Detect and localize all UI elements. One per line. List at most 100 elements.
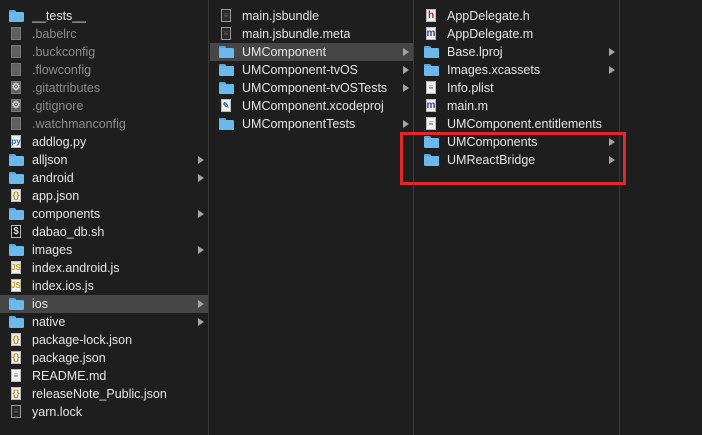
chevron-right-icon xyxy=(609,156,615,164)
file-row[interactable]: {} package-lock.json xyxy=(0,331,208,349)
folder-row[interactable]: images xyxy=(0,241,208,259)
file-icon: ≡ xyxy=(9,63,24,77)
file-row[interactable]: ≡ Info.plist xyxy=(415,79,619,97)
folder-icon xyxy=(219,45,234,59)
xcodeproj-icon: ✎ xyxy=(219,99,234,113)
chevron-right-icon xyxy=(198,210,204,218)
js-file-icon: JS xyxy=(9,261,24,275)
file-row[interactable]: $ dabao_db.sh xyxy=(0,223,208,241)
chevron-right-icon xyxy=(403,66,409,74)
chevron-right-icon xyxy=(198,246,204,254)
file-row[interactable]: ✎ UMComponent.xcodeproj xyxy=(210,97,413,115)
item-label: .gitignore xyxy=(32,99,84,113)
file-row[interactable]: ≡ .watchmanconfig xyxy=(0,115,208,133)
json-file-icon: {} xyxy=(9,189,24,203)
shell-file-icon: $ xyxy=(9,225,24,239)
finder-column-1[interactable]: __tests__ ≡ .babelrc ≡ .buckconfig ≡ .flowconf… xyxy=(0,0,209,435)
folder-icon xyxy=(9,297,24,311)
file-row[interactable]: m main.m xyxy=(415,97,619,115)
js-file-icon: JS xyxy=(9,279,24,293)
item-label: package.json xyxy=(32,351,106,365)
item-label: main.m xyxy=(447,99,488,113)
file-row[interactable]: m AppDelegate.m xyxy=(415,25,619,43)
header-file-icon: h xyxy=(424,9,439,23)
file-row[interactable]: JS index.android.js xyxy=(0,259,208,277)
folder-icon xyxy=(424,135,439,149)
item-label: main.jsbundle.meta xyxy=(242,27,351,41)
file-row[interactable]: {} package.json xyxy=(0,349,208,367)
item-label: .gitattributes xyxy=(32,81,101,95)
finder-column-4-empty[interactable] xyxy=(621,0,702,435)
file-row[interactable]: ≡ README.md xyxy=(0,367,208,385)
chevron-right-icon xyxy=(403,84,409,92)
entitlements-file-icon: ≡ xyxy=(424,117,439,131)
item-label: UMReactBridge xyxy=(447,153,536,167)
file-row[interactable]: JS index.ios.js xyxy=(0,277,208,295)
file-row[interactable]: ≡ .babelrc xyxy=(0,25,208,43)
item-label: Info.plist xyxy=(447,81,494,95)
json-file-icon: {} xyxy=(9,351,24,365)
item-label: UMComponentTests xyxy=(242,117,356,131)
file-row[interactable]: {} app.json xyxy=(0,187,208,205)
item-label: addlog.py xyxy=(32,135,87,149)
folder-row[interactable]: ios xyxy=(0,295,208,313)
file-row[interactable]: py addlog.py xyxy=(0,133,208,151)
file-row[interactable]: ⚙ .gitattributes xyxy=(0,79,208,97)
item-label: index.ios.js xyxy=(32,279,94,293)
chevron-right-icon xyxy=(403,48,409,56)
folder-icon xyxy=(219,81,234,95)
text-file-icon: ≡ xyxy=(9,369,24,383)
chevron-right-icon xyxy=(403,120,409,128)
folder-row[interactable]: Base.lproj xyxy=(415,43,619,61)
folder-row[interactable]: UMComponent xyxy=(210,43,413,61)
file-row[interactable]: ≡ .flowconfig xyxy=(0,61,208,79)
file-row[interactable]: ≡ yarn.lock xyxy=(0,403,208,421)
folder-row[interactable]: UMReactBridge xyxy=(415,151,619,169)
file-row[interactable]: ≡ .buckconfig xyxy=(0,43,208,61)
finder-column-3[interactable]: h AppDelegate.h m AppDelegate.m Base.lproj Im… xyxy=(415,0,620,435)
folder-icon xyxy=(9,9,24,23)
json-file-icon: {} xyxy=(9,387,24,401)
file-row[interactable]: h AppDelegate.h xyxy=(415,7,619,25)
folder-row[interactable]: UMComponent-tvOSTests xyxy=(210,79,413,97)
file-row[interactable]: ≡ main.jsbundle xyxy=(210,7,413,25)
item-label: AppDelegate.m xyxy=(447,27,534,41)
folder-row[interactable]: __tests__ xyxy=(0,7,208,25)
folder-row[interactable]: alljson xyxy=(0,151,208,169)
file-row[interactable]: {} releaseNote_Public.json xyxy=(0,385,208,403)
file-row[interactable]: ≡ main.jsbundle.meta xyxy=(210,25,413,43)
file-icon: ≡ xyxy=(9,45,24,59)
file-icon: ≡ xyxy=(9,27,24,41)
folder-row[interactable]: native xyxy=(0,313,208,331)
folder-row[interactable]: UMComponentTests xyxy=(210,115,413,133)
item-label: Base.lproj xyxy=(447,45,503,59)
folder-row[interactable]: UMComponents xyxy=(415,133,619,151)
folder-row[interactable]: Images.xcassets xyxy=(415,61,619,79)
item-label: components xyxy=(32,207,101,221)
folder-icon xyxy=(9,243,24,257)
folder-icon xyxy=(219,63,234,77)
file-row[interactable]: ≡ UMComponent.entitlements xyxy=(415,115,619,133)
item-label: AppDelegate.h xyxy=(447,9,530,23)
chevron-right-icon xyxy=(609,138,615,146)
item-label: __tests__ xyxy=(32,9,87,23)
folder-icon xyxy=(424,63,439,77)
item-label: UMComponent.entitlements xyxy=(447,117,602,131)
python-file-icon: py xyxy=(9,135,24,149)
folder-row[interactable]: components xyxy=(0,205,208,223)
item-label: package-lock.json xyxy=(32,333,133,347)
chevron-right-icon xyxy=(198,300,204,308)
folder-row[interactable]: UMComponent-tvOS xyxy=(210,61,413,79)
folder-row[interactable]: android xyxy=(0,169,208,187)
item-label: releaseNote_Public.json xyxy=(32,387,167,401)
item-label: yarn.lock xyxy=(32,405,83,419)
item-label: alljson xyxy=(32,153,68,167)
folder-icon xyxy=(424,45,439,59)
finder-column-2[interactable]: ≡ main.jsbundle ≡ main.jsbundle.meta UMCompo… xyxy=(210,0,414,435)
item-label: .buckconfig xyxy=(32,45,96,59)
item-label: UMComponent.xcodeproj xyxy=(242,99,384,113)
item-label: UMComponent-tvOSTests xyxy=(242,81,388,95)
json-file-icon: {} xyxy=(9,333,24,347)
file-row[interactable]: ⚙ .gitignore xyxy=(0,97,208,115)
item-label: UMComponent-tvOS xyxy=(242,63,359,77)
